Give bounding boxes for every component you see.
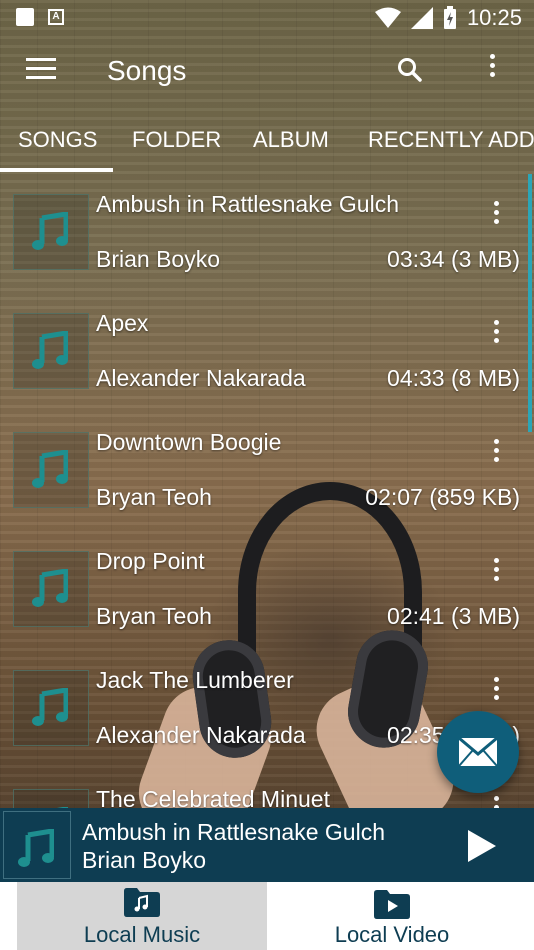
clock: 10:25 bbox=[466, 5, 522, 30]
more-vert-icon[interactable] bbox=[480, 54, 504, 84]
tab-album[interactable]: ALBUM bbox=[253, 127, 329, 153]
toolbar: Songs bbox=[0, 36, 534, 106]
nav-label: Local Video bbox=[334, 922, 450, 947]
music-note-icon bbox=[32, 212, 68, 250]
music-folder-icon bbox=[124, 888, 160, 917]
now-playing-artist: Brian Boyko bbox=[82, 847, 207, 873]
more-vert-icon[interactable] bbox=[486, 439, 506, 469]
song-duration-size: 02:07 (859 KB) bbox=[365, 484, 520, 510]
song-artist: Alexander Nakarada bbox=[96, 722, 306, 748]
play-icon[interactable] bbox=[466, 828, 498, 864]
album-art bbox=[13, 789, 89, 808]
more-vert-icon[interactable] bbox=[486, 677, 506, 707]
list-item[interactable]: Downtown Boogie Bryan Teoh 02:07 (859 KB… bbox=[0, 412, 534, 531]
wifi-icon bbox=[374, 7, 401, 28]
song-artist: Bryan Teoh bbox=[96, 484, 212, 510]
tab-songs[interactable]: SONGS bbox=[18, 127, 97, 153]
song-list: Ambush in Rattlesnake Gulch Brian Boyko … bbox=[0, 174, 534, 808]
status-bar: A 10:25 bbox=[0, 0, 534, 36]
tab-folder[interactable]: FOLDER bbox=[132, 127, 221, 153]
tab-recently-added[interactable]: RECENTLY ADD bbox=[368, 127, 534, 153]
song-artist: Alexander Nakarada bbox=[96, 365, 306, 391]
more-vert-icon[interactable] bbox=[486, 796, 506, 808]
album-art bbox=[3, 811, 71, 879]
album-art bbox=[13, 551, 89, 627]
nav-local-video[interactable]: Local Video bbox=[267, 882, 517, 950]
song-duration-size: 03:34 (3 MB) bbox=[387, 246, 520, 272]
music-note-icon bbox=[32, 688, 68, 726]
battery-icon bbox=[443, 6, 456, 29]
now-playing-bar[interactable]: Ambush in Rattlesnake Gulch Brian Boyko bbox=[0, 808, 534, 882]
tab-indicator bbox=[0, 168, 113, 172]
song-duration-size: 04:33 (8 MB) bbox=[387, 365, 520, 391]
more-vert-icon[interactable] bbox=[486, 201, 506, 231]
song-title: The Celebrated Minuet bbox=[96, 786, 330, 808]
song-title: Apex bbox=[96, 310, 149, 336]
album-art bbox=[13, 432, 89, 508]
mail-button[interactable] bbox=[437, 711, 519, 793]
tab-bar: SONGS FOLDER ALBUM RECENTLY ADD bbox=[0, 106, 534, 172]
album-art bbox=[13, 313, 89, 389]
album-art bbox=[13, 194, 89, 270]
video-folder-icon bbox=[374, 890, 410, 919]
album-art bbox=[13, 670, 89, 746]
search-icon[interactable] bbox=[396, 56, 424, 84]
music-note-icon bbox=[18, 829, 54, 867]
music-note-icon bbox=[32, 450, 68, 488]
song-artist: Brian Boyko bbox=[96, 246, 221, 272]
list-item[interactable]: Drop Point Bryan Teoh 02:41 (3 MB) bbox=[0, 531, 534, 650]
more-vert-icon[interactable] bbox=[486, 558, 506, 588]
bottom-nav: Local Music Local Video bbox=[0, 882, 534, 950]
mail-icon bbox=[459, 738, 497, 766]
song-artist: Bryan Teoh bbox=[96, 603, 212, 629]
list-item[interactable]: Ambush in Rattlesnake Gulch Brian Boyko … bbox=[0, 174, 534, 293]
song-title: Drop Point bbox=[96, 548, 205, 574]
song-title: Jack The Lumberer bbox=[96, 667, 294, 693]
song-title: Ambush in Rattlesnake Gulch bbox=[96, 191, 399, 217]
signal-icon bbox=[410, 7, 433, 29]
page-title: Songs bbox=[107, 55, 187, 86]
nav-local-music[interactable]: Local Music bbox=[17, 882, 267, 950]
menu-icon[interactable] bbox=[26, 58, 56, 82]
nav-label: Local Music bbox=[83, 922, 201, 947]
now-playing-title: Ambush in Rattlesnake Gulch bbox=[82, 819, 385, 845]
music-note-icon bbox=[32, 569, 68, 607]
list-item[interactable]: Apex Alexander Nakarada 04:33 (8 MB) bbox=[0, 293, 534, 412]
more-vert-icon[interactable] bbox=[486, 320, 506, 350]
scrollbar[interactable] bbox=[528, 174, 532, 432]
notification-icon bbox=[16, 8, 34, 26]
song-duration-size: 02:41 (3 MB) bbox=[387, 603, 520, 629]
keyboard-icon: A bbox=[48, 9, 64, 25]
music-note-icon bbox=[32, 331, 68, 369]
song-title: Downtown Boogie bbox=[96, 429, 282, 455]
